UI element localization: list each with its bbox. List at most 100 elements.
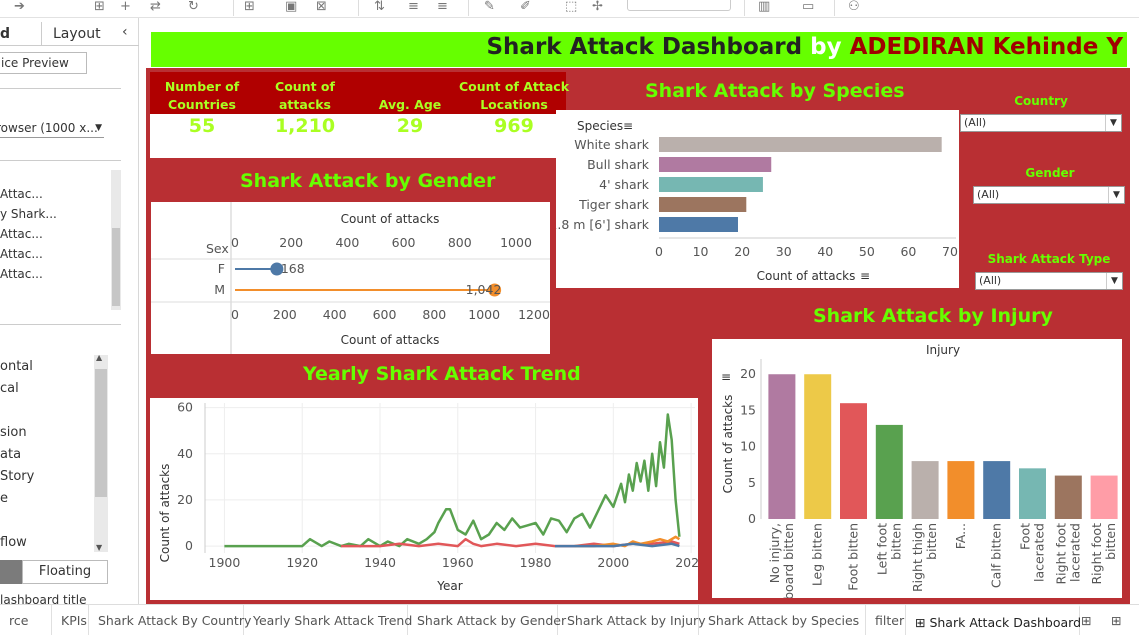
- species-bar[interactable]: [659, 197, 747, 212]
- object-list-item[interactable]: ontal: [0, 359, 33, 374]
- object-list-item[interactable]: sion: [0, 425, 27, 440]
- sheet-list-item[interactable]: Attac...: [0, 267, 112, 281]
- species-section-title: Shark Attack by Species: [645, 80, 905, 102]
- sheets-scrollbar[interactable]: [111, 170, 121, 310]
- dashboard-side-panel: [0, 18, 139, 604]
- injury-bar[interactable]: [947, 461, 975, 519]
- x-tick-label: 800: [448, 235, 472, 250]
- injury-category-label: Left foot: [874, 523, 889, 575]
- x-tick-label: 1200: [518, 307, 550, 322]
- species-bar[interactable]: [659, 157, 772, 172]
- injury-bar[interactable]: [804, 374, 832, 519]
- show-me-icon[interactable]: ▥: [758, 0, 770, 14]
- tiled-toggle[interactable]: [0, 560, 22, 584]
- sheet-tab[interactable]: Shark Attack by Species: [699, 605, 866, 635]
- swap-axes-icon[interactable]: ⇅: [374, 0, 385, 14]
- injury-bar[interactable]: [768, 374, 796, 519]
- new-sheet-icon[interactable]: +: [120, 0, 131, 14]
- object-list-item[interactable]: cal: [0, 381, 19, 396]
- trend-series-line[interactable]: [224, 413, 681, 548]
- injury-bar[interactable]: [875, 424, 903, 519]
- share-icon[interactable]: ⚇: [848, 0, 860, 14]
- row-header: Sex: [206, 241, 229, 256]
- object-list-item[interactable]: flow: [0, 535, 27, 550]
- injury-bar[interactable]: [1054, 475, 1082, 519]
- fit-icon[interactable]: ⬚: [565, 0, 577, 14]
- kpi-label-line2: attacks: [279, 97, 331, 112]
- trend-chart[interactable]: 0 20 40 60 1900 1920 1940 1960 1980 2000 2020 Year C…: [150, 398, 707, 600]
- injury-category-label: lacerated: [1032, 523, 1047, 582]
- size-dropdown[interactable]: rowser (1000 x... ▼: [0, 118, 104, 138]
- chevron-down-icon: ▼: [1108, 187, 1124, 203]
- sheet-tab[interactable]: KPIs: [52, 605, 89, 635]
- highlight-icon[interactable]: ✎: [484, 0, 495, 14]
- swap-icon[interactable]: ⇄: [150, 0, 161, 14]
- sheet-tab-label: KPIs: [61, 613, 87, 628]
- sheet-tab[interactable]: Yearly Shark Attack Trend: [244, 605, 412, 635]
- floating-toggle[interactable]: Floating: [22, 560, 108, 584]
- injury-bar[interactable]: [1090, 475, 1118, 519]
- new-dashboard-icon[interactable]: ⊞: [1072, 605, 1100, 635]
- filter-dropdown[interactable]: (All) ▼: [973, 186, 1125, 204]
- sheet-tab[interactable]: Shark Attack by Gender: [408, 605, 566, 635]
- redo-icon[interactable]: ➔: [14, 0, 25, 14]
- tab-dashboard[interactable]: d: [0, 22, 10, 46]
- injury-bar[interactable]: [911, 461, 939, 519]
- injury-bar[interactable]: [1019, 468, 1046, 519]
- sheet-tab[interactable]: Shark Attack By Country: [89, 605, 251, 635]
- species-bar[interactable]: [659, 137, 942, 152]
- injury-category-label: Foot bitten: [846, 523, 861, 591]
- y-tick-label: 40: [177, 446, 193, 461]
- injury-category-label: Right foot: [1089, 523, 1104, 585]
- injury-chart-panel: Injury ≡ Count of attacks 0 5 10 15 20 No injury…: [712, 339, 1122, 600]
- new-data-icon[interactable]: ⊞: [244, 0, 255, 14]
- tab-layout[interactable]: Layout: [53, 22, 101, 46]
- sex-label: F: [218, 261, 225, 276]
- sort-asc-icon[interactable]: ≡: [408, 0, 419, 14]
- injury-category-label: lacerated: [1067, 523, 1082, 582]
- object-list-item[interactable]: e: [0, 491, 8, 506]
- species-bar[interactable]: [659, 217, 738, 232]
- new-worksheet-icon[interactable]: ⊞: [94, 0, 105, 14]
- value-label: 168: [281, 261, 305, 276]
- sheet-tab[interactable]: Shark Attack by Injury: [558, 605, 706, 635]
- sheet-tab-label: rce: [9, 613, 29, 628]
- sheet-list-item[interactable]: Attac...: [0, 247, 112, 261]
- gender-chart[interactable]: Count of attacks 0 200 400 600 800 1000 Sex F 168…: [151, 202, 550, 354]
- species-bar[interactable]: [659, 177, 763, 192]
- presentation-icon[interactable]: ▭: [802, 0, 814, 14]
- object-list-item[interactable]: Story: [0, 469, 34, 484]
- duplicate-icon[interactable]: ▣: [285, 0, 297, 14]
- collapse-panel-icon[interactable]: ‹: [122, 24, 128, 40]
- sheet-tab[interactable]: rce: [0, 605, 52, 635]
- sort-icon: ≡: [623, 119, 633, 133]
- clear-icon[interactable]: ⊠: [316, 0, 327, 14]
- fit-dropdown[interactable]: [627, 0, 731, 11]
- sheet-list-item[interactable]: Attac...: [0, 187, 112, 201]
- objects-scrollbar[interactable]: ▲ ▼: [94, 353, 108, 552]
- refresh-icon[interactable]: ↻: [188, 0, 199, 14]
- object-list-item[interactable]: ata: [0, 447, 21, 462]
- annotate-icon[interactable]: ✐: [520, 0, 531, 14]
- sheet-tab[interactable]: ⊞ Shark Attack Dashboard: [906, 605, 1081, 635]
- side-panel-tabs: d Layout ‹: [0, 22, 139, 46]
- device-preview-button[interactable]: ice Preview: [0, 52, 87, 74]
- x-tick-label: 2000: [597, 555, 629, 570]
- sort-desc-icon[interactable]: ≡: [437, 0, 448, 14]
- y-tick-label: 20: [177, 492, 193, 507]
- filter-dropdown[interactable]: (All) ▼: [975, 272, 1123, 290]
- new-worksheet-icon[interactable]: ⊞: [1102, 605, 1130, 635]
- sheet-tab-label: Shark Attack By Country: [98, 613, 252, 628]
- injury-chart[interactable]: Injury ≡ Count of attacks 0 5 10 15 20 No injury…: [712, 339, 1122, 600]
- sheet-list-item[interactable]: y Shark...: [0, 207, 112, 221]
- injury-bar[interactable]: [983, 461, 1011, 519]
- injury-bar[interactable]: [840, 403, 867, 519]
- dashboard-icon: ⊞: [915, 615, 930, 630]
- filter-dropdown[interactable]: (All) ▼: [960, 114, 1122, 132]
- injury-category-label: Right foot: [1053, 523, 1068, 585]
- species-chart[interactable]: Species ≡White sharkBull shark4' sharkTig…: [549, 110, 959, 288]
- kpi-value: 29: [396, 115, 424, 137]
- sheet-tab[interactable]: filter: [866, 605, 906, 635]
- pin-icon[interactable]: ✢: [592, 0, 603, 14]
- sheet-list-item[interactable]: Attac...: [0, 227, 112, 241]
